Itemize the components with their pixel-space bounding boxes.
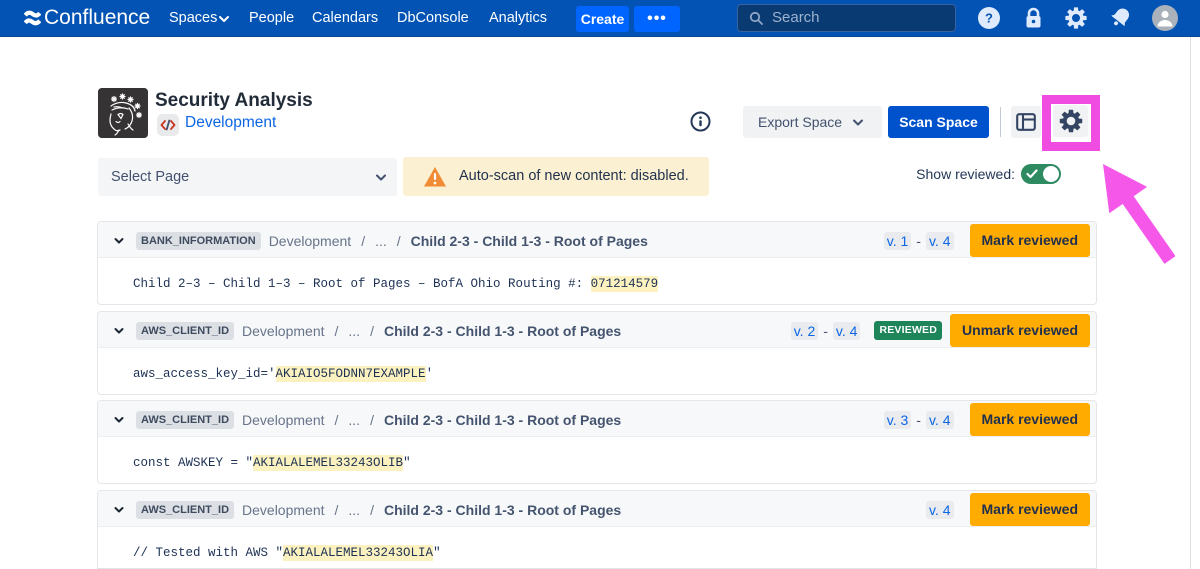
svg-text:?: ?: [985, 11, 993, 26]
